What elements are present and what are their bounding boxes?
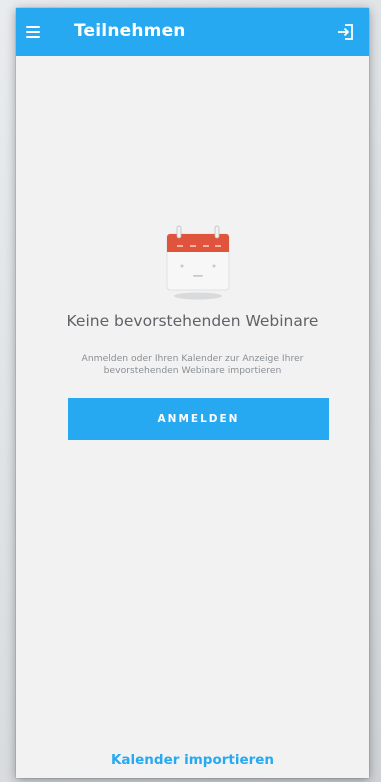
page-title: Teilnehmen bbox=[74, 21, 186, 41]
menu-line bbox=[26, 36, 40, 38]
app-bar: Teilnehmen bbox=[16, 8, 369, 56]
calendar-icon bbox=[163, 218, 233, 302]
menu-line bbox=[26, 26, 40, 28]
screen-background: Teilnehmen Keine bevorstehenden Webinare… bbox=[0, 0, 381, 782]
app-screen: Teilnehmen Keine bevorstehenden Webinare… bbox=[16, 8, 369, 778]
login-arrow-glyph bbox=[338, 24, 353, 40]
empty-state-subtitle: Anmelden oder Ihren Kalender zur Anzeige… bbox=[81, 353, 304, 376]
hamburger-menu-icon[interactable] bbox=[24, 22, 44, 42]
menu-line bbox=[26, 31, 40, 33]
empty-state-title: Keine bevorstehenden Webinare bbox=[66, 312, 319, 330]
login-arrow-icon[interactable] bbox=[335, 21, 357, 43]
anmelden-button[interactable]: ANMELDEN bbox=[68, 398, 329, 440]
import-calendar-link[interactable]: Kalender importieren bbox=[16, 752, 369, 768]
